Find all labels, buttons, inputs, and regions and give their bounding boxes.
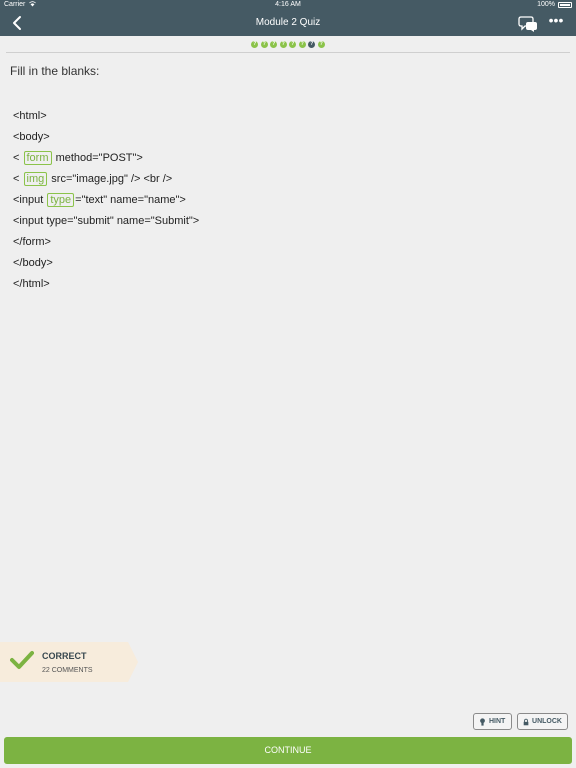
progress-dot[interactable]: ?	[317, 41, 325, 48]
status-bar: Carrier 4:16 AM 100%	[0, 0, 576, 11]
comments-count[interactable]: 22 COMMENTS	[42, 667, 93, 674]
battery-indicator: 100%	[537, 1, 572, 8]
code-block: <html> <body> < form method="POST"> < im…	[13, 109, 199, 298]
code-line: </html>	[13, 277, 199, 298]
code-line: </body>	[13, 256, 199, 277]
code-line: </form>	[13, 235, 199, 256]
progress-dot-current[interactable]: ?	[308, 41, 316, 48]
code-text: </body>	[13, 257, 53, 269]
code-text: <html>	[13, 110, 47, 122]
unlock-button[interactable]: UNLOCK	[517, 713, 568, 730]
nav-bar: Module 2 Quiz •••	[0, 11, 576, 36]
comments-icon[interactable]	[518, 15, 538, 33]
progress-dot[interactable]: ?	[251, 41, 259, 48]
progress-dot[interactable]: ?	[260, 41, 268, 48]
result-banner[interactable]: CORRECT 22 COMMENTS	[0, 642, 138, 682]
code-line: <body>	[13, 130, 199, 151]
code-line: < form method="POST">	[13, 151, 199, 172]
lightbulb-icon	[480, 717, 485, 726]
code-text: <	[13, 152, 20, 164]
code-text: method="POST">	[55, 152, 143, 164]
blank-answer-img[interactable]: img	[23, 172, 48, 186]
code-text: <body>	[13, 131, 50, 143]
hint-label: HINT	[489, 718, 506, 725]
lock-icon	[523, 718, 529, 725]
code-line: < img src="image.jpg" /> <br />	[13, 172, 199, 193]
hint-button[interactable]: HINT	[473, 713, 512, 730]
unlock-label: UNLOCK	[532, 718, 562, 725]
blank-answer-type[interactable]: type	[47, 193, 75, 207]
question-instruction: Fill in the blanks:	[10, 64, 100, 78]
code-text: </form>	[13, 236, 51, 248]
continue-button[interactable]: CONTINUE	[4, 737, 572, 764]
status-time: 4:16 AM	[275, 1, 301, 8]
progress-dot[interactable]: ?	[270, 41, 278, 48]
progress-dot[interactable]: ?	[279, 41, 287, 48]
code-line: <html>	[13, 109, 199, 130]
battery-icon	[558, 1, 572, 8]
code-text: <input	[13, 194, 44, 206]
more-options-icon[interactable]: •••	[548, 13, 564, 31]
page-title: Module 2 Quiz	[255, 17, 321, 28]
code-text: <	[13, 173, 20, 185]
progress-dot[interactable]: ?	[289, 41, 297, 48]
result-title: CORRECT	[42, 651, 87, 661]
code-line: <input type ="text" name="name">	[13, 193, 199, 214]
progress-dot[interactable]: ?	[298, 41, 306, 48]
code-text: <input type="submit" name="Submit">	[13, 215, 200, 227]
battery-percent: 100%	[537, 1, 555, 8]
blank-answer-form[interactable]: form	[23, 151, 52, 165]
question-progress: ? ? ? ? ? ? ? ?	[0, 36, 576, 53]
code-text: </html>	[13, 278, 50, 290]
code-line: <input type="submit" name="Submit">	[13, 214, 199, 235]
code-text: ="text" name="name">	[75, 194, 186, 206]
code-text: src="image.jpg" /> <br />	[51, 173, 173, 185]
checkmark-icon	[10, 651, 34, 669]
